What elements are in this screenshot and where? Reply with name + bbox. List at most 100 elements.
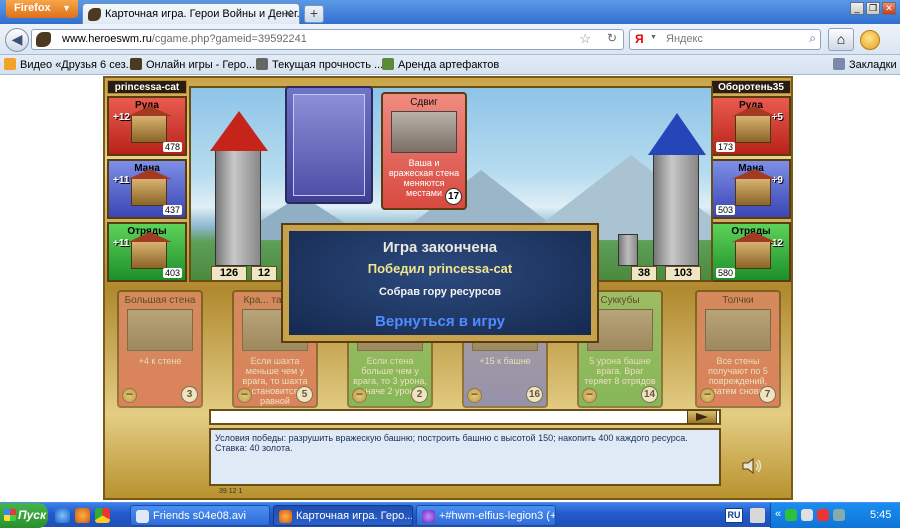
task-irc-chat[interactable]: +#hwm-elfius-legion3 (+...: [416, 505, 556, 526]
task-firefox-card-game[interactable]: Карточная игра. Геро...: [273, 505, 413, 526]
search-bar[interactable]: Я ▼ Яндекс ⌕: [629, 29, 821, 50]
url-path: /cgame.php?gameid=39592241: [151, 33, 307, 45]
network-icon[interactable]: [785, 509, 797, 521]
deck-card[interactable]: [285, 86, 373, 204]
firefox-menu-label: Firefox: [14, 2, 51, 14]
tray-app-icon[interactable]: [833, 509, 845, 521]
discard-button[interactable]: −: [237, 388, 252, 403]
left-player-name: princessa-cat: [107, 80, 187, 94]
language-indicator[interactable]: RU: [725, 508, 743, 523]
left-tower: [210, 111, 268, 266]
keyboard-icon[interactable]: [750, 508, 765, 523]
start-button[interactable]: Пуск: [0, 503, 48, 528]
rss-icon: [4, 58, 16, 70]
left-player-panel: princessa-cat Руда +12 478 Мана +11 437 …: [107, 80, 187, 282]
back-icon[interactable]: ◀: [5, 28, 29, 52]
winner-text: Победил princessa-cat: [367, 261, 513, 276]
magic-tower-icon: [128, 169, 172, 206]
barracks-icon: [732, 232, 776, 269]
url-host: www.heroeswm.ru: [62, 33, 152, 45]
stake-text: Ставка: 40 золота.: [215, 443, 293, 453]
bookmarks-folder[interactable]: Закладки: [833, 58, 897, 71]
left-mana: Мана +11 437: [107, 159, 187, 219]
reload-icon[interactable]: ↻: [607, 31, 617, 45]
chevron-down-icon: ▼: [62, 3, 71, 13]
search-icon[interactable]: ⌕: [809, 31, 816, 46]
firefox-icon: [279, 510, 292, 523]
left-troops: Отряды +11 403: [107, 222, 187, 282]
search-input[interactable]: Яндекс: [666, 33, 703, 45]
discard-button[interactable]: −: [122, 388, 137, 403]
firefox-icon[interactable]: [75, 508, 90, 523]
volume-icon[interactable]: [801, 509, 813, 521]
victory-conditions: Условия победы: разрушить вражескую башн…: [215, 433, 688, 443]
return-to-game-link[interactable]: Вернуться в игру: [289, 313, 591, 330]
right-tower: [648, 113, 706, 266]
tab-card-game[interactable]: Карточная игра. Герои Войны и Денег. ✕: [82, 3, 300, 24]
new-tab-button[interactable]: +: [304, 5, 324, 23]
close-window-icon[interactable]: ✕: [882, 2, 896, 15]
castle-art: [293, 94, 365, 196]
hand-card[interactable]: Толчки Все стены получают по 5 поврежден…: [695, 290, 781, 408]
artifact-icon: [382, 58, 394, 70]
minimize-icon[interactable]: _: [850, 2, 864, 15]
chat-client-icon: [422, 510, 435, 523]
heroes-favicon-icon: [130, 58, 142, 70]
game-board: princessa-cat Руда +12 478 Мана +11 437 …: [103, 76, 793, 500]
speaker-icon[interactable]: [741, 458, 763, 474]
clock: 5:45: [870, 509, 892, 521]
close-tab-icon[interactable]: ✕: [284, 7, 293, 20]
left-ore: Руда +12 478: [107, 96, 187, 156]
version-text: 39 12 1: [219, 488, 243, 495]
ie-icon[interactable]: [55, 508, 70, 523]
game-log: Условия победы: разрушить вражескую башн…: [209, 428, 721, 486]
win-reason: Собрав гору ресурсов: [378, 286, 502, 298]
chrome-icon[interactable]: [95, 508, 110, 523]
discard-button[interactable]: −: [352, 388, 367, 403]
tools-icon: [256, 58, 268, 70]
bookmark-item[interactable]: Видео «Друзья 6 сез...: [4, 58, 135, 71]
yandex-icon: Я: [635, 32, 644, 46]
barracks-icon: [128, 232, 172, 269]
addon-icon[interactable]: [860, 30, 880, 50]
left-wall-height: 12: [251, 266, 277, 280]
left-tower-height: 126: [211, 266, 247, 280]
url-bar[interactable]: www.heroeswm.ru/cgame.php?gameid=3959224…: [31, 29, 624, 50]
firefox-menu-button[interactable]: Firefox ▼: [6, 0, 78, 18]
right-ore: Руда +5 173: [711, 96, 791, 156]
magic-tower-icon: [732, 169, 776, 206]
bookmark-item[interactable]: Аренда артефактов: [382, 58, 499, 71]
card-art: [705, 309, 771, 351]
video-file-icon: [136, 510, 149, 523]
right-wall: [618, 234, 638, 266]
game-over-dialog: Игра закончена Победил princessa-cat Соб…: [281, 223, 599, 343]
bookmark-item[interactable]: Онлайн игры - Геро...: [130, 58, 255, 71]
chat-input[interactable]: [209, 409, 721, 425]
send-button[interactable]: [687, 410, 717, 424]
title-bar: Firefox ▼ Карточная игра. Герои Войны и …: [0, 0, 900, 24]
right-player-panel: Оборотень35 Руда +5 173 Мана +9 503 Отря…: [711, 80, 791, 282]
played-card: Сдвиг Ваша и вражеская стена меняются ме…: [381, 92, 467, 210]
discard-button[interactable]: −: [467, 388, 482, 403]
antivirus-icon[interactable]: [817, 509, 829, 521]
chevron-down-icon[interactable]: ▼: [650, 34, 657, 41]
heroes-favicon-icon: [88, 8, 101, 21]
discard-button[interactable]: −: [582, 388, 597, 403]
bookmark-item[interactable]: Текущая прочность ...: [256, 58, 383, 71]
maximize-icon[interactable]: ❐: [866, 2, 880, 15]
show-hidden-icons-button[interactable]: «: [775, 508, 781, 520]
bookmarks-bar: Видео «Друзья 6 сез... Онлайн игры - Гер…: [0, 55, 900, 75]
windows-logo-icon: [4, 509, 16, 521]
star-icon[interactable]: ☆: [579, 31, 591, 47]
discard-button[interactable]: −: [700, 388, 715, 403]
right-player-name: Оборотень35: [711, 80, 791, 94]
page-content: princessa-cat Руда +12 478 Мана +11 437 …: [0, 76, 900, 502]
dialog-title: Игра закончена: [382, 239, 498, 256]
tab-title: Карточная игра. Герои Войны и Денег.: [105, 8, 300, 20]
home-icon[interactable]: ⌂: [828, 28, 854, 51]
hand-card[interactable]: Большая стена +4 к стене − 3: [117, 290, 203, 408]
right-wall-height: 38: [631, 266, 657, 280]
bookmarks-icon: [833, 58, 845, 70]
site-identity-icon: [36, 32, 51, 47]
task-friends-video[interactable]: Friends s04e08.avi: [130, 505, 270, 526]
